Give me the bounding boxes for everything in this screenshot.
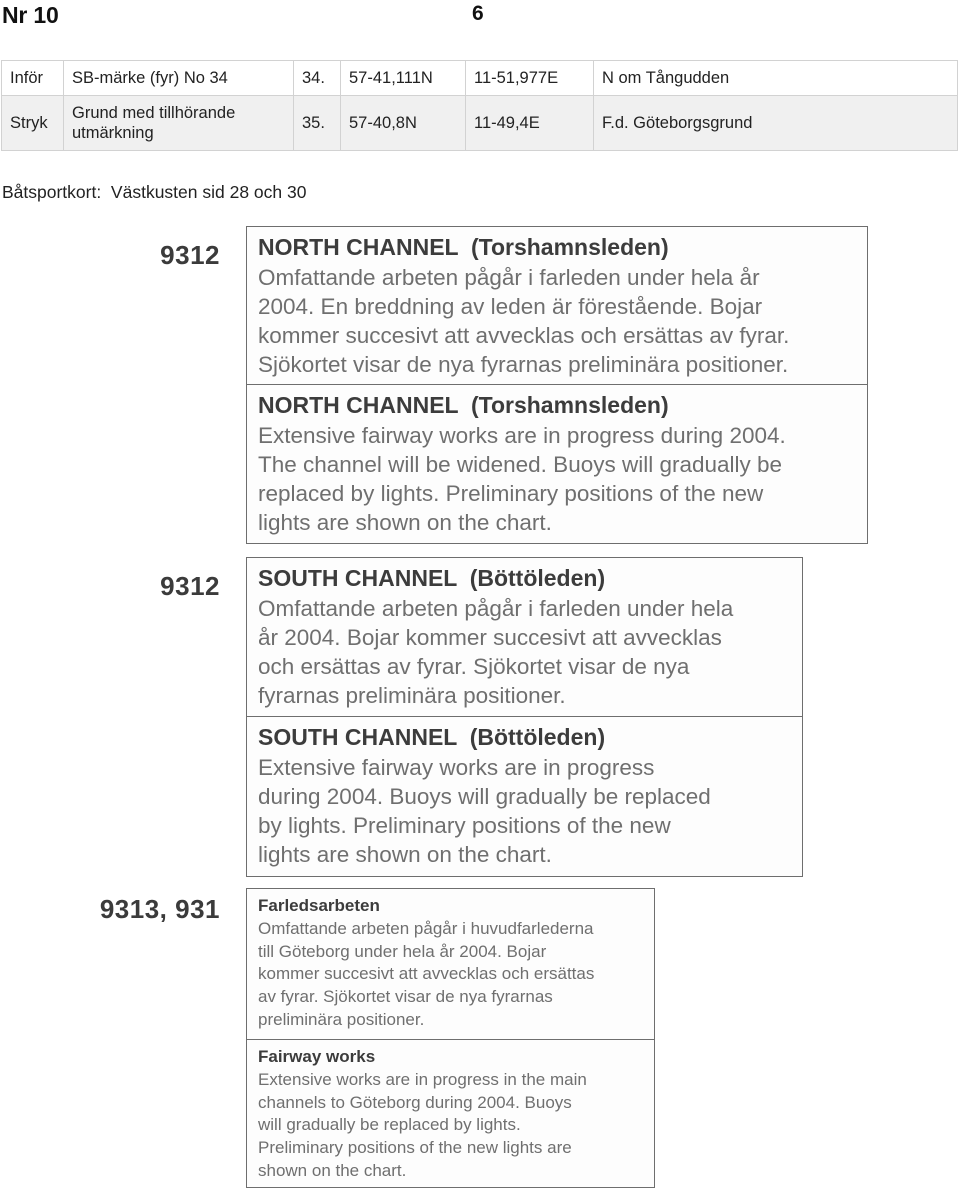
notice-number: Nr 10 xyxy=(2,2,59,28)
scan-entry-english: Fairway works Extensive works are in pro… xyxy=(247,1039,654,1189)
scan-entry-title: NORTH CHANNEL (Torshamnsleden) xyxy=(258,392,669,418)
scan-line: lights are shown on the chart. xyxy=(258,510,552,536)
scan-box-group: Farledsarbeten Omfattande arbeten pågår … xyxy=(246,888,655,1188)
scan-entry-title: SOUTH CHANNEL (Böttöleden) xyxy=(258,565,606,591)
scan-line: shown on the chart. xyxy=(258,1160,407,1180)
scan-entry-body: Omfattande arbeten pågår i farleden unde… xyxy=(258,594,793,710)
scan-entry-body: Omfattande arbeten pågår i huvudfarleder… xyxy=(258,918,645,1031)
cell-location: F.d. Göteborgsgrund xyxy=(593,95,958,152)
chart-code: 9312 xyxy=(160,240,220,270)
scan-line: kommer succesivt att avvecklas och ersät… xyxy=(258,323,790,348)
scan-entry-swedish: SOUTH CHANNEL (Böttöleden) Omfattande ar… xyxy=(247,558,802,716)
scan-line: will gradually be replaced by lights. xyxy=(258,1115,521,1135)
table-row: Stryk Grund med tillhörande utmärkning 3… xyxy=(1,95,958,152)
page-header: Nr 10 6 xyxy=(0,0,960,42)
scan-entry-body: Omfattande arbeten pågår i farleden unde… xyxy=(258,263,858,379)
scan-box-group: NORTH CHANNEL (Torshamnsleden) Omfattand… xyxy=(246,226,868,544)
scan-line: och ersättas av fyrar. Sjökortet visar d… xyxy=(258,654,690,679)
scan-block-north-channel: 9312 NORTH CHANNEL (Torshamnsleden) Omfa… xyxy=(0,226,960,546)
scan-line: Extensive fairway works are in progress … xyxy=(258,422,786,448)
scan-line: replaced by lights. Preliminary position… xyxy=(258,481,764,506)
scan-line: Omfattande arbeten pågår i farleden unde… xyxy=(258,595,734,621)
notice-table: Inför SB-märke (fyr) No 34 34. 57-41,111… xyxy=(1,59,958,152)
scan-box-group: SOUTH CHANNEL (Böttöleden) Omfattande ar… xyxy=(246,557,803,877)
scan-line: by lights. Preliminary positions of the … xyxy=(258,813,671,838)
scan-line: av fyrar. Sjökortet visar de nya fyrarna… xyxy=(258,986,553,1006)
scan-line: channels to Göteborg during 2004. Buoys xyxy=(258,1092,572,1112)
scan-line: Omfattande arbeten pågår i farleden unde… xyxy=(258,264,760,290)
scan-entry-body: Extensive works are in progress in the m… xyxy=(258,1069,645,1182)
chart-code: 9313, 931 xyxy=(99,894,220,924)
scan-line: Omfattande arbeten pågår i huvudfarleder… xyxy=(258,919,594,939)
cell-number: 35. xyxy=(293,95,341,152)
scan-line: Extensive works are in progress in the m… xyxy=(258,1070,587,1090)
scan-entry-swedish: Farledsarbeten Omfattande arbeten pågår … xyxy=(247,889,654,1039)
scan-entry-title: SOUTH CHANNEL (Böttöleden) xyxy=(258,724,606,750)
scan-entry-english: SOUTH CHANNEL (Böttöleden) Extensive fai… xyxy=(247,716,802,876)
scan-entry-swedish: NORTH CHANNEL (Torshamnsleden) Omfattand… xyxy=(247,227,867,384)
cell-action: Stryk xyxy=(1,95,64,152)
cell-location: N om Tångudden xyxy=(593,59,958,97)
cell-latitude: 57-41,111N xyxy=(340,59,466,97)
scan-block-fairway-works: 9313, 931 Farledsarbeten Omfattande arbe… xyxy=(0,888,960,1190)
table-row: Inför SB-märke (fyr) No 34 34. 57-41,111… xyxy=(1,59,958,97)
scan-line: kommer succesivt att avvecklas och ersät… xyxy=(258,964,595,984)
scan-entry-title: NORTH CHANNEL (Torshamnsleden) xyxy=(258,234,669,260)
page-number: 6 xyxy=(472,2,484,25)
scan-line: Preliminary positions of the new lights … xyxy=(258,1137,572,1157)
cell-latitude: 57-40,8N xyxy=(340,95,466,152)
scan-entry-body: Extensive fairway works are in progress … xyxy=(258,753,793,869)
scan-line: år 2004. Bojar kommer succesivt att avve… xyxy=(258,624,722,650)
cell-longitude: 11-49,4E xyxy=(465,95,594,152)
cell-number: 34. xyxy=(293,59,341,97)
cell-object: SB-märke (fyr) No 34 xyxy=(63,59,294,97)
scan-line: lights are shown on the chart. xyxy=(258,842,552,868)
scan-entry-title: Farledsarbeten xyxy=(258,896,380,915)
scan-line: fyrarnas preliminära positioner. xyxy=(258,683,566,709)
scan-line: Extensive fairway works are in progress xyxy=(258,754,655,780)
cell-action: Inför xyxy=(1,59,64,97)
scan-line: till Göteborg under hela år 2004. Bojar xyxy=(258,941,547,961)
scan-entry-title: Fairway works xyxy=(258,1047,376,1066)
scan-block-south-channel: 9312 SOUTH CHANNEL (Böttöleden) Omfattan… xyxy=(0,557,960,879)
scan-line: Sjökortet visar de nya fyrarnas prelimin… xyxy=(258,352,789,378)
scan-line: The channel will be widened. Buoys will … xyxy=(258,451,783,477)
cell-longitude: 11-51,977E xyxy=(465,59,594,97)
cell-object: Grund med tillhörande utmärkning xyxy=(63,95,294,152)
scan-line: preliminära positioner. xyxy=(258,1009,425,1029)
scan-line: 2004. En breddning av leden är föreståen… xyxy=(258,293,763,319)
scan-line: during 2004. Buoys will gradually be rep… xyxy=(258,783,711,809)
scan-entry-english: NORTH CHANNEL (Torshamnsleden) Extensive… xyxy=(247,384,867,543)
chart-reference: Båtsportkort: Västkusten sid 28 och 30 xyxy=(2,182,307,202)
scan-entry-body: Extensive fairway works are in progress … xyxy=(258,421,858,537)
chart-code: 9312 xyxy=(160,571,220,601)
